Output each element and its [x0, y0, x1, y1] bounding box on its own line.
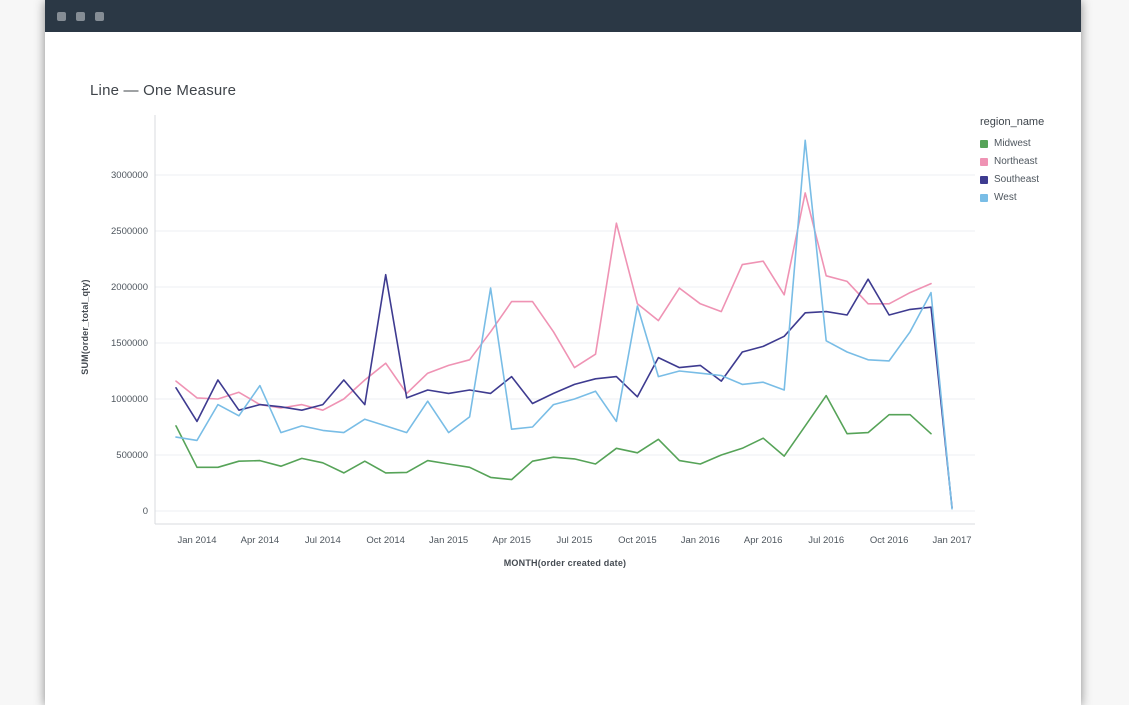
window-titlebar [45, 0, 1081, 32]
x-tick-label: Jan 2014 [177, 535, 216, 546]
series-line-southeast[interactable] [176, 275, 952, 508]
window-control-icon[interactable] [76, 12, 85, 21]
legend-swatch-icon [980, 140, 988, 148]
y-tick-label: 3000000 [111, 170, 148, 181]
x-tick-label: Apr 2015 [492, 535, 531, 546]
legend-item-west[interactable]: West [980, 192, 1080, 203]
x-tick-label: Jul 2014 [305, 535, 341, 546]
legend-item-midwest[interactable]: Midwest [980, 138, 1080, 149]
y-tick-label: 1500000 [111, 338, 148, 349]
legend-swatch-icon [980, 176, 988, 184]
legend-item-southeast[interactable]: Southeast [980, 174, 1080, 185]
app-window: SUM(order_total_qty) MONTH(order created… [45, 0, 1081, 705]
chart-title: Line — One Measure [90, 82, 236, 99]
window-control-icon[interactable] [95, 12, 104, 21]
x-axis-title: MONTH(order created date) [504, 558, 627, 568]
window-control-icon[interactable] [57, 12, 66, 21]
legend-label: West [994, 192, 1017, 203]
y-tick-label: 1000000 [111, 394, 148, 405]
x-tick-label: Jan 2016 [681, 535, 720, 546]
window-content: SUM(order_total_qty) MONTH(order created… [45, 32, 1081, 705]
x-tick-label: Jul 2015 [557, 535, 593, 546]
y-tick-label: 0 [143, 506, 148, 517]
legend-items: Midwest Northeast Southeast West [980, 138, 1080, 203]
x-tick-label: Jul 2016 [808, 535, 844, 546]
legend-label: Northeast [994, 156, 1037, 167]
legend-swatch-icon [980, 158, 988, 166]
x-tick-label: Oct 2014 [366, 535, 405, 546]
legend-label: Midwest [994, 138, 1031, 149]
x-tick-label: Jan 2015 [429, 535, 468, 546]
x-tick-label: Oct 2016 [870, 535, 909, 546]
y-tick-label: 500000 [116, 450, 148, 461]
y-tick-label: 2000000 [111, 282, 148, 293]
x-tick-label: Jan 2017 [932, 535, 971, 546]
series-line-west[interactable] [176, 140, 952, 509]
line-chart-svg: SUM(order_total_qty) MONTH(order created… [45, 32, 1081, 592]
legend-label: Southeast [994, 174, 1039, 185]
x-tick-label: Oct 2015 [618, 535, 657, 546]
legend: region_name Midwest Northeast Southeast Wes… [980, 116, 1080, 210]
x-tick-label: Apr 2014 [241, 535, 280, 546]
x-tick-label: Apr 2016 [744, 535, 783, 546]
y-tick-label: 2500000 [111, 226, 148, 237]
legend-item-northeast[interactable]: Northeast [980, 156, 1080, 167]
series-line-northeast[interactable] [176, 193, 931, 410]
legend-title: region_name [980, 116, 1080, 128]
legend-swatch-icon [980, 194, 988, 202]
y-axis-title: SUM(order_total_qty) [80, 279, 90, 375]
